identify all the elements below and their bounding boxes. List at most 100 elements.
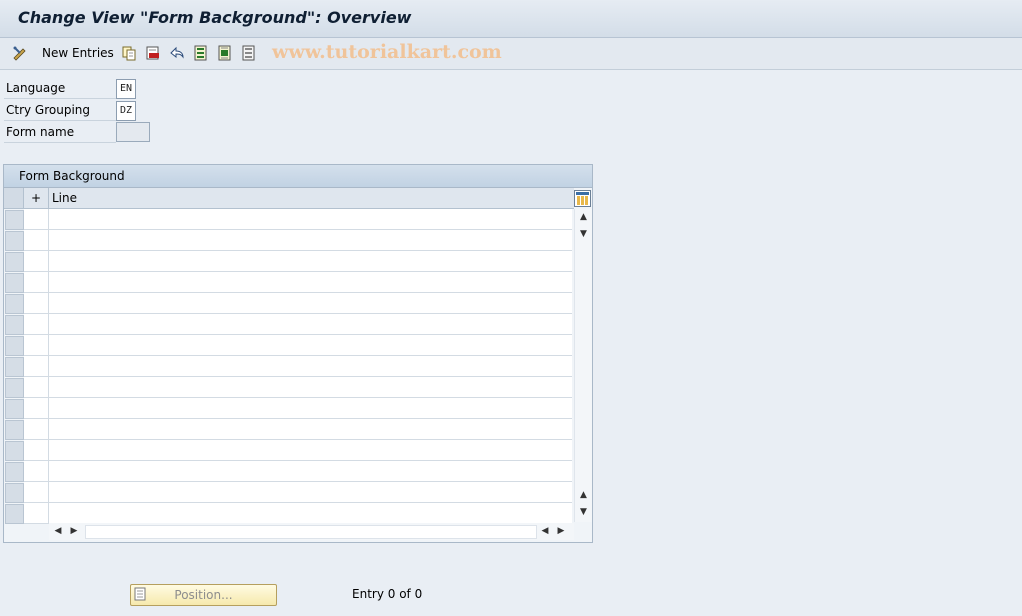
- title-bar: Change View "Form Background": Overview: [0, 0, 1022, 38]
- table-row[interactable]: [4, 209, 574, 230]
- position-button-label: Position...: [174, 588, 233, 602]
- select-all-cell[interactable]: [4, 188, 24, 208]
- form-background-table: Form Background + Line ▲ ▼ ▲ ▼ ◀ ▶ ◀ ▶: [3, 164, 593, 543]
- scroll-down-icon[interactable]: ▲: [575, 487, 592, 503]
- row-selector[interactable]: [5, 504, 24, 524]
- copy-icon[interactable]: [121, 45, 137, 61]
- language-field[interactable]: EN: [116, 79, 136, 99]
- select-all-icon[interactable]: [193, 45, 209, 61]
- table-row[interactable]: [4, 461, 574, 482]
- row-selector[interactable]: [5, 441, 24, 461]
- table-row[interactable]: [4, 314, 574, 335]
- entry-counter: Entry 0 of 0: [352, 587, 423, 601]
- scroll-right-icon[interactable]: ▶: [67, 523, 81, 540]
- row-selector[interactable]: [5, 315, 24, 335]
- table-row[interactable]: [4, 482, 574, 503]
- position-button[interactable]: Position...: [130, 584, 277, 606]
- table-row[interactable]: [4, 293, 574, 314]
- page-title: Change View "Form Background": Overview: [18, 8, 412, 27]
- scroll-left-end-icon[interactable]: ◀: [538, 523, 552, 540]
- table-row[interactable]: [4, 251, 574, 272]
- plus-cell[interactable]: [24, 419, 49, 440]
- row-selector[interactable]: [5, 336, 24, 356]
- form-name-field[interactable]: [116, 122, 150, 142]
- row-selector[interactable]: [5, 231, 24, 251]
- scroll-right-end-icon[interactable]: ▶: [554, 523, 568, 540]
- application-toolbar: New Entries www.tutorialkart.com: [0, 38, 1022, 70]
- plus-cell[interactable]: [24, 251, 49, 272]
- table-title: Form Background: [19, 169, 125, 183]
- plus-cell[interactable]: [24, 482, 49, 503]
- row-selector[interactable]: [5, 210, 24, 230]
- scroll-left-icon[interactable]: ◀: [51, 523, 65, 540]
- table-header: + Line: [4, 188, 574, 209]
- plus-cell[interactable]: [24, 377, 49, 398]
- select-block-icon[interactable]: [217, 45, 233, 61]
- plus-cell[interactable]: [24, 461, 49, 482]
- line-cell[interactable]: [49, 251, 572, 272]
- new-entries-button[interactable]: New Entries: [42, 46, 114, 60]
- row-selector[interactable]: [5, 483, 24, 503]
- plus-cell[interactable]: [24, 272, 49, 293]
- deselect-all-icon[interactable]: [241, 45, 257, 61]
- display-change-icon[interactable]: [12, 45, 28, 61]
- plus-cell[interactable]: [24, 503, 49, 524]
- line-cell[interactable]: [49, 482, 572, 503]
- row-selector[interactable]: [5, 294, 24, 314]
- column-header-line[interactable]: Line: [52, 191, 77, 205]
- undo-icon[interactable]: [169, 45, 185, 61]
- plus-cell[interactable]: [24, 209, 49, 230]
- table-row[interactable]: [4, 503, 574, 524]
- table-row[interactable]: [4, 272, 574, 293]
- line-cell[interactable]: [49, 335, 572, 356]
- watermark: www.tutorialkart.com: [272, 41, 502, 63]
- ctry-grouping-field[interactable]: DZ: [116, 101, 136, 121]
- row-selector[interactable]: [5, 462, 24, 482]
- table-row[interactable]: [4, 335, 574, 356]
- row-selector[interactable]: [5, 252, 24, 272]
- line-cell[interactable]: [49, 440, 572, 461]
- line-cell[interactable]: [49, 356, 572, 377]
- table-row[interactable]: [4, 377, 574, 398]
- language-label: Language: [4, 78, 116, 99]
- scroll-track[interactable]: [85, 525, 537, 539]
- ctry-grouping-label: Ctry Grouping: [4, 100, 116, 121]
- table-row[interactable]: [4, 398, 574, 419]
- vertical-scrollbar[interactable]: ▲ ▼ ▲ ▼: [574, 209, 592, 522]
- table-body: [4, 209, 574, 524]
- column-settings-icon[interactable]: [574, 190, 591, 207]
- table-row[interactable]: [4, 419, 574, 440]
- plus-cell[interactable]: [24, 398, 49, 419]
- table-row[interactable]: [4, 440, 574, 461]
- line-cell[interactable]: [49, 209, 572, 230]
- plus-cell[interactable]: [24, 293, 49, 314]
- form-name-label: Form name: [4, 122, 116, 143]
- row-selector[interactable]: [5, 273, 24, 293]
- delete-icon[interactable]: [145, 45, 161, 61]
- plus-cell[interactable]: [24, 356, 49, 377]
- plus-cell[interactable]: [24, 335, 49, 356]
- line-cell[interactable]: [49, 461, 572, 482]
- line-cell[interactable]: [49, 293, 572, 314]
- line-cell[interactable]: [49, 230, 572, 251]
- scroll-top-icon[interactable]: ▲: [575, 209, 592, 225]
- plus-cell[interactable]: [24, 314, 49, 335]
- column-header-plus[interactable]: +: [24, 188, 49, 208]
- line-cell[interactable]: [49, 419, 572, 440]
- plus-cell[interactable]: [24, 230, 49, 251]
- table-row[interactable]: [4, 230, 574, 251]
- row-selector[interactable]: [5, 357, 24, 377]
- row-selector[interactable]: [5, 399, 24, 419]
- row-selector[interactable]: [5, 378, 24, 398]
- line-cell[interactable]: [49, 272, 572, 293]
- line-cell[interactable]: [49, 377, 572, 398]
- table-row[interactable]: [4, 356, 574, 377]
- line-cell[interactable]: [49, 314, 572, 335]
- scroll-up-icon[interactable]: ▼: [575, 226, 592, 242]
- scroll-bottom-icon[interactable]: ▼: [575, 504, 592, 520]
- line-cell[interactable]: [49, 398, 572, 419]
- plus-cell[interactable]: [24, 440, 49, 461]
- horizontal-scrollbar[interactable]: ◀ ▶ ◀ ▶: [49, 523, 574, 540]
- row-selector[interactable]: [5, 420, 24, 440]
- line-cell[interactable]: [49, 503, 572, 524]
